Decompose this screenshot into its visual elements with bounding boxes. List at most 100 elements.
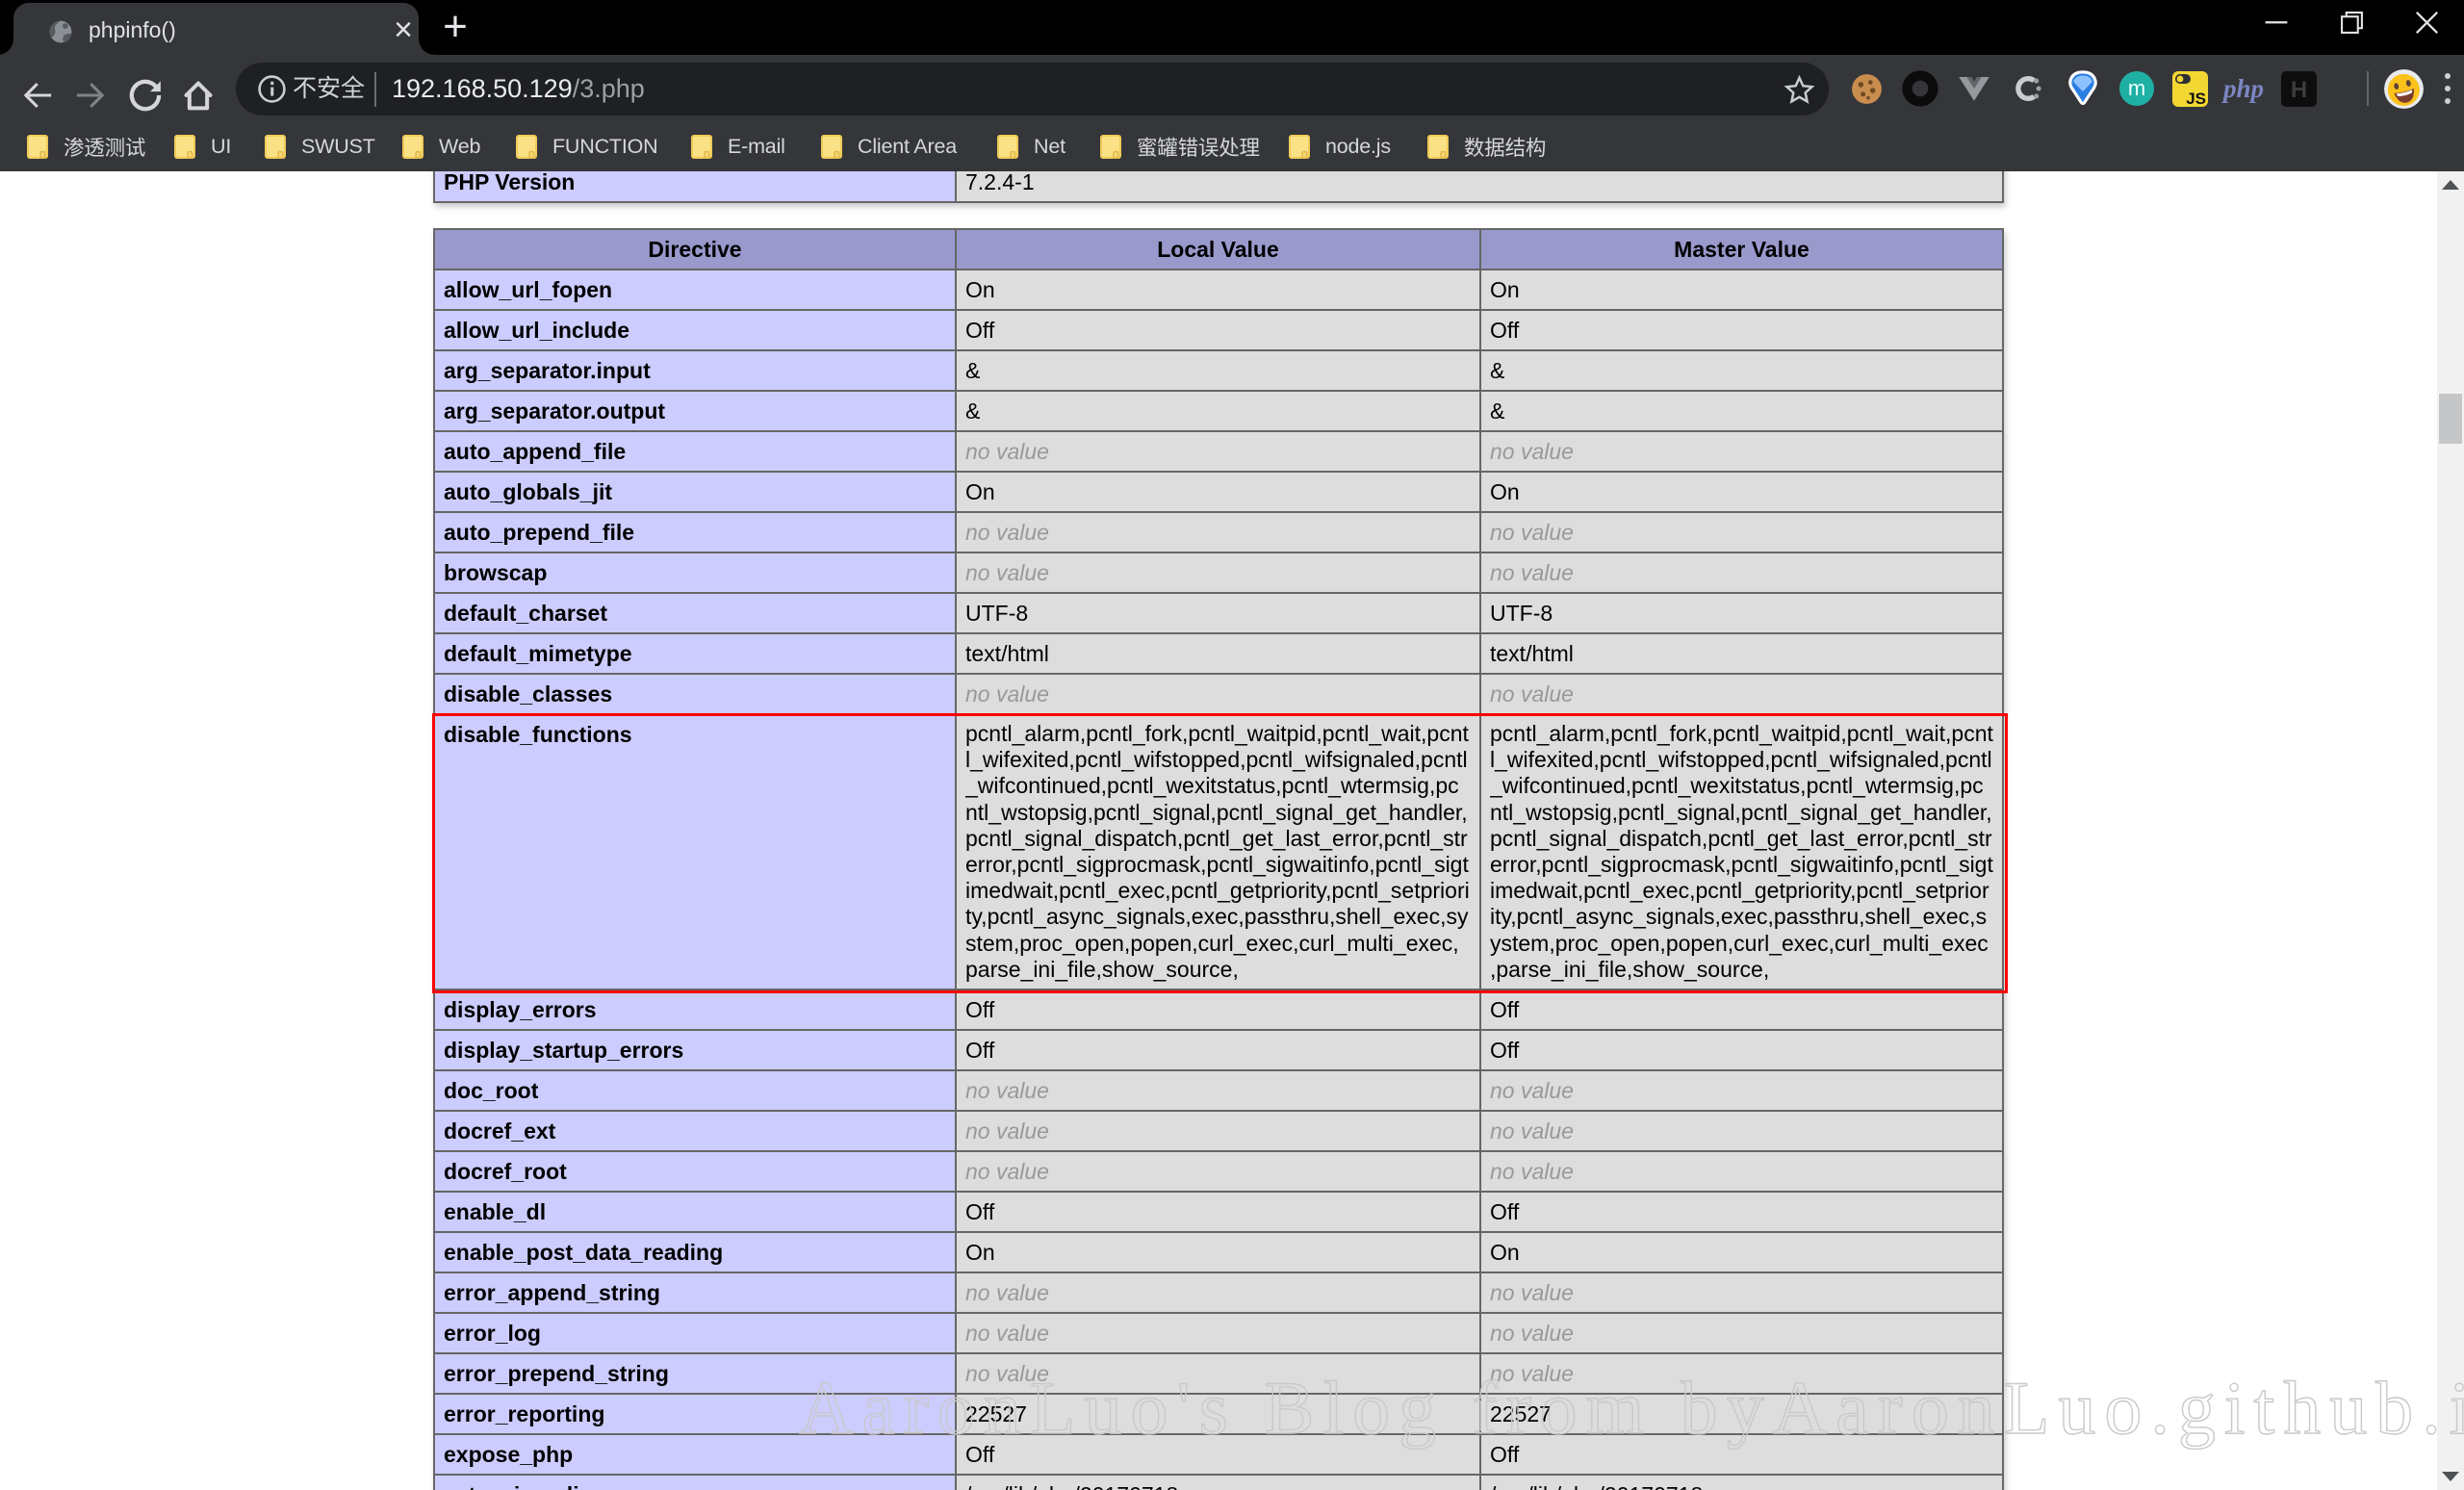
omnibox-separator bbox=[374, 72, 376, 107]
master-value-cell: On bbox=[1480, 1232, 2003, 1272]
scrollbar-thumb[interactable] bbox=[2439, 394, 2462, 444]
bookmark-item[interactable]: FUNCTION bbox=[516, 122, 657, 171]
directive-cell: enable_post_data_reading bbox=[434, 1232, 956, 1272]
profile-avatar[interactable] bbox=[2384, 69, 2424, 109]
browser-menu-icon[interactable] bbox=[2441, 70, 2454, 107]
reload-button[interactable] bbox=[122, 72, 168, 118]
folder-icon bbox=[27, 135, 48, 159]
home-button[interactable] bbox=[175, 72, 221, 118]
forward-button[interactable] bbox=[67, 72, 114, 118]
table-row: disable_classesno valueno value bbox=[434, 674, 2003, 714]
window-restore-button[interactable] bbox=[2314, 0, 2389, 44]
folder-icon bbox=[997, 135, 1018, 159]
column-header-directive: Directive bbox=[434, 229, 956, 270]
master-value-cell: Off bbox=[1480, 1434, 2003, 1475]
teal-m-extension-icon[interactable]: m bbox=[2118, 69, 2156, 108]
local-value-cell: On bbox=[956, 270, 1480, 310]
window-close-button[interactable] bbox=[2389, 0, 2464, 44]
local-value-cell: no value bbox=[956, 1272, 1480, 1313]
back-button[interactable] bbox=[14, 72, 61, 118]
bookmark-label: 渗透测试 bbox=[64, 132, 145, 162]
tab-close-icon[interactable]: × bbox=[387, 14, 420, 47]
bookmark-star-icon[interactable] bbox=[1784, 74, 1815, 106]
directive-cell: doc_root bbox=[434, 1070, 956, 1111]
dark-ring-extension-icon[interactable] bbox=[1901, 69, 1939, 108]
master-value-cell: Off bbox=[1480, 1030, 2003, 1070]
directive-cell: arg_separator.input bbox=[434, 350, 956, 391]
directive-cell: allow_url_fopen bbox=[434, 270, 956, 310]
h-badge-extension-icon[interactable]: H bbox=[2279, 69, 2318, 108]
directive-cell: display_startup_errors bbox=[434, 1030, 956, 1070]
directive-cell: default_mimetype bbox=[434, 633, 956, 674]
master-value-cell: no value bbox=[1480, 1111, 2003, 1151]
c-colon-extension-icon[interactable] bbox=[2009, 69, 2047, 108]
browser-chrome: phpinfo() × + bbox=[0, 0, 2464, 171]
window-minimize-button[interactable] bbox=[2239, 0, 2314, 44]
bookmark-label: SWUST bbox=[301, 135, 375, 159]
master-value-cell: Off bbox=[1480, 310, 2003, 350]
cookie-extension-icon[interactable] bbox=[1847, 69, 1886, 108]
master-value-cell: no value bbox=[1480, 552, 2003, 593]
scrollbar-down-arrow[interactable] bbox=[2437, 1463, 2464, 1490]
scrollbar[interactable] bbox=[2437, 171, 2464, 1490]
directive-cell: browscap bbox=[434, 552, 956, 593]
table-header-row: Directive Local Value Master Value bbox=[434, 229, 2003, 270]
new-tab-button[interactable]: + bbox=[432, 4, 478, 50]
local-value-cell: no value bbox=[956, 1353, 1480, 1394]
folder-icon bbox=[516, 135, 537, 159]
bookmark-item[interactable]: node.js bbox=[1289, 122, 1391, 171]
local-value-cell: On bbox=[956, 472, 1480, 512]
page-info-icon[interactable] bbox=[257, 74, 287, 104]
bookmark-item[interactable]: Net bbox=[997, 122, 1065, 171]
local-value-cell: /usr/lib/php/20170718 bbox=[956, 1475, 1480, 1490]
php-badge-extension-icon[interactable]: php bbox=[2224, 69, 2263, 108]
bookmark-item[interactable]: Web bbox=[402, 122, 480, 171]
master-value-cell: no value bbox=[1480, 1151, 2003, 1192]
directive-cell: enable_dl bbox=[434, 1192, 956, 1232]
table-row: arg_separator.input&& bbox=[434, 350, 2003, 391]
directive-cell: extension_dir bbox=[434, 1475, 956, 1490]
bookmark-item[interactable]: 蜜罐错误处理 bbox=[1100, 122, 1260, 171]
blue-kite-extension-icon[interactable] bbox=[2064, 69, 2102, 108]
table-row: extension_dir/usr/lib/php/20170718/usr/l… bbox=[434, 1475, 2003, 1490]
local-value-cell: no value bbox=[956, 512, 1480, 552]
table-row: PHP Version 7.2.4-1 bbox=[434, 171, 2003, 202]
scrollbar-up-arrow[interactable] bbox=[2437, 171, 2464, 198]
bookmark-label: E-mail bbox=[728, 135, 785, 159]
directives-table: Directive Local Value Master Value allow… bbox=[433, 228, 2004, 1490]
folder-icon bbox=[402, 135, 424, 159]
globe-favicon-icon bbox=[48, 19, 73, 44]
bookmark-item[interactable]: SWUST bbox=[265, 122, 375, 171]
bookmark-item[interactable]: 渗透测试 bbox=[27, 122, 145, 171]
folder-icon bbox=[265, 135, 286, 159]
column-header-master-value: Master Value bbox=[1480, 229, 2003, 270]
folder-icon bbox=[1289, 135, 1310, 159]
page-content: PHP Version 7.2.4-1 Directive Local Valu… bbox=[0, 171, 2464, 1490]
toolbar-separator bbox=[2367, 71, 2369, 106]
directives-table-body: allow_url_fopenOnOnallow_url_includeOffO… bbox=[434, 270, 2003, 1490]
v-chevron-extension-icon[interactable] bbox=[1955, 69, 1993, 108]
bookmark-item[interactable]: E-mail bbox=[691, 122, 785, 171]
master-value-cell: On bbox=[1480, 472, 2003, 512]
local-value-cell: no value bbox=[956, 431, 1480, 472]
table-row: docref_extno valueno value bbox=[434, 1111, 2003, 1151]
table-row: display_errorsOffOff bbox=[434, 989, 2003, 1030]
directive-cell: auto_globals_jit bbox=[434, 472, 956, 512]
master-value-cell: no value bbox=[1480, 512, 2003, 552]
directive-cell: allow_url_include bbox=[434, 310, 956, 350]
table-row: allow_url_includeOffOff bbox=[434, 310, 2003, 350]
bookmark-item[interactable]: Client Area bbox=[821, 122, 957, 171]
table-row: auto_prepend_fileno valueno value bbox=[434, 512, 2003, 552]
master-value-cell: On bbox=[1480, 270, 2003, 310]
table-row: default_mimetypetext/htmltext/html bbox=[434, 633, 2003, 674]
table-row: error_prepend_stringno valueno value bbox=[434, 1353, 2003, 1394]
table-row: auto_globals_jitOnOn bbox=[434, 472, 2003, 512]
js-badge-extension-icon[interactable]: JS bbox=[2170, 69, 2209, 108]
local-value-cell: no value bbox=[956, 1070, 1480, 1111]
address-bar[interactable]: 不安全 192.168.50.129/3.php bbox=[236, 63, 1829, 116]
bookmark-item[interactable]: 数据结构 bbox=[1427, 122, 1546, 171]
browser-tab[interactable]: phpinfo() × bbox=[13, 3, 419, 55]
bookmark-item[interactable]: UI bbox=[174, 122, 231, 171]
local-value-cell: Off bbox=[956, 310, 1480, 350]
table-row: auto_append_fileno valueno value bbox=[434, 431, 2003, 472]
